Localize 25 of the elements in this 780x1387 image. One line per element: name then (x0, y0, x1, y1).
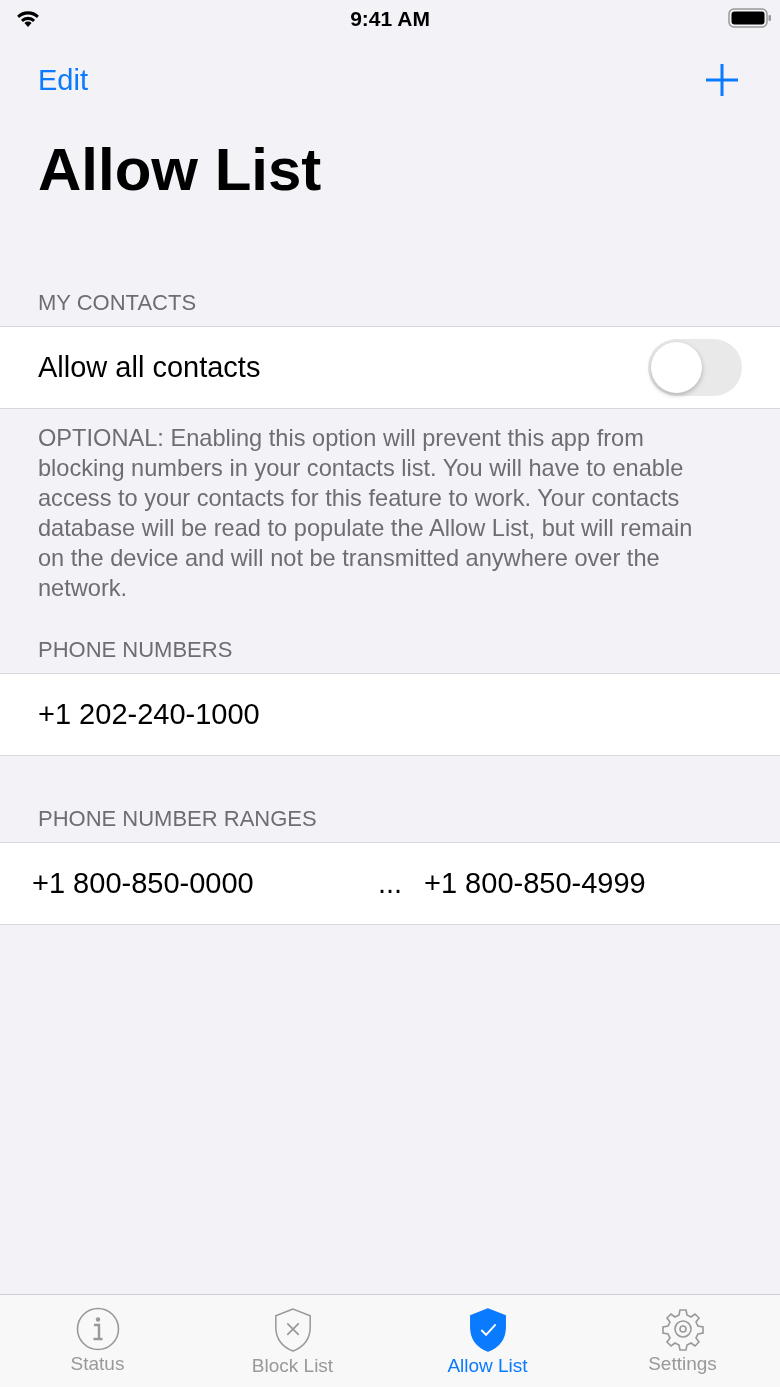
row-label: Allow all contacts (38, 351, 261, 384)
status-time: 9:41 AM (350, 7, 430, 31)
tab[interactable]: Status (0, 1295, 195, 1387)
section-header: PHONE NUMBER RANGES (37, 805, 318, 833)
tab[interactable]: Settings (585, 1295, 780, 1387)
toggle-switch[interactable] (648, 339, 742, 396)
list-row[interactable]: +1 800-850-0000 ... +1 800-850-4999 (0, 843, 780, 924)
section-footer: OPTIONAL: Enabling this option will prevent this app from blocking numbers in your contacts list. You will have to enable access to your contacts for this feature to work. Your contacts database will be read to populate the Allow List, but will remain on the device and will not be transmitted anywhere over the network. (38, 423, 720, 603)
section-header: PHONE NUMBERS (37, 636, 234, 664)
settings-icon (660, 1307, 705, 1351)
tab[interactable]: Allow List (390, 1295, 585, 1387)
add-icon[interactable] (704, 62, 740, 98)
phone-number: +1 202-240-1000 (38, 698, 260, 731)
info-icon (75, 1307, 120, 1351)
tab[interactable]: Block List (195, 1295, 390, 1387)
battery-icon (728, 8, 772, 28)
range-start: +1 800-850-0000 (32, 867, 255, 900)
list-row[interactable]: +1 202-240-1000 (0, 674, 780, 755)
wifi-icon (14, 8, 42, 28)
section-header: MY CONTACTS (37, 289, 198, 317)
range-end: +1 800-850-4999 (424, 867, 646, 900)
range-separator: ... (378, 867, 404, 900)
edit-button[interactable]: Edit (38, 63, 88, 97)
list-row[interactable]: Allow all contacts (0, 327, 780, 408)
page-title: Allow List (38, 135, 323, 205)
